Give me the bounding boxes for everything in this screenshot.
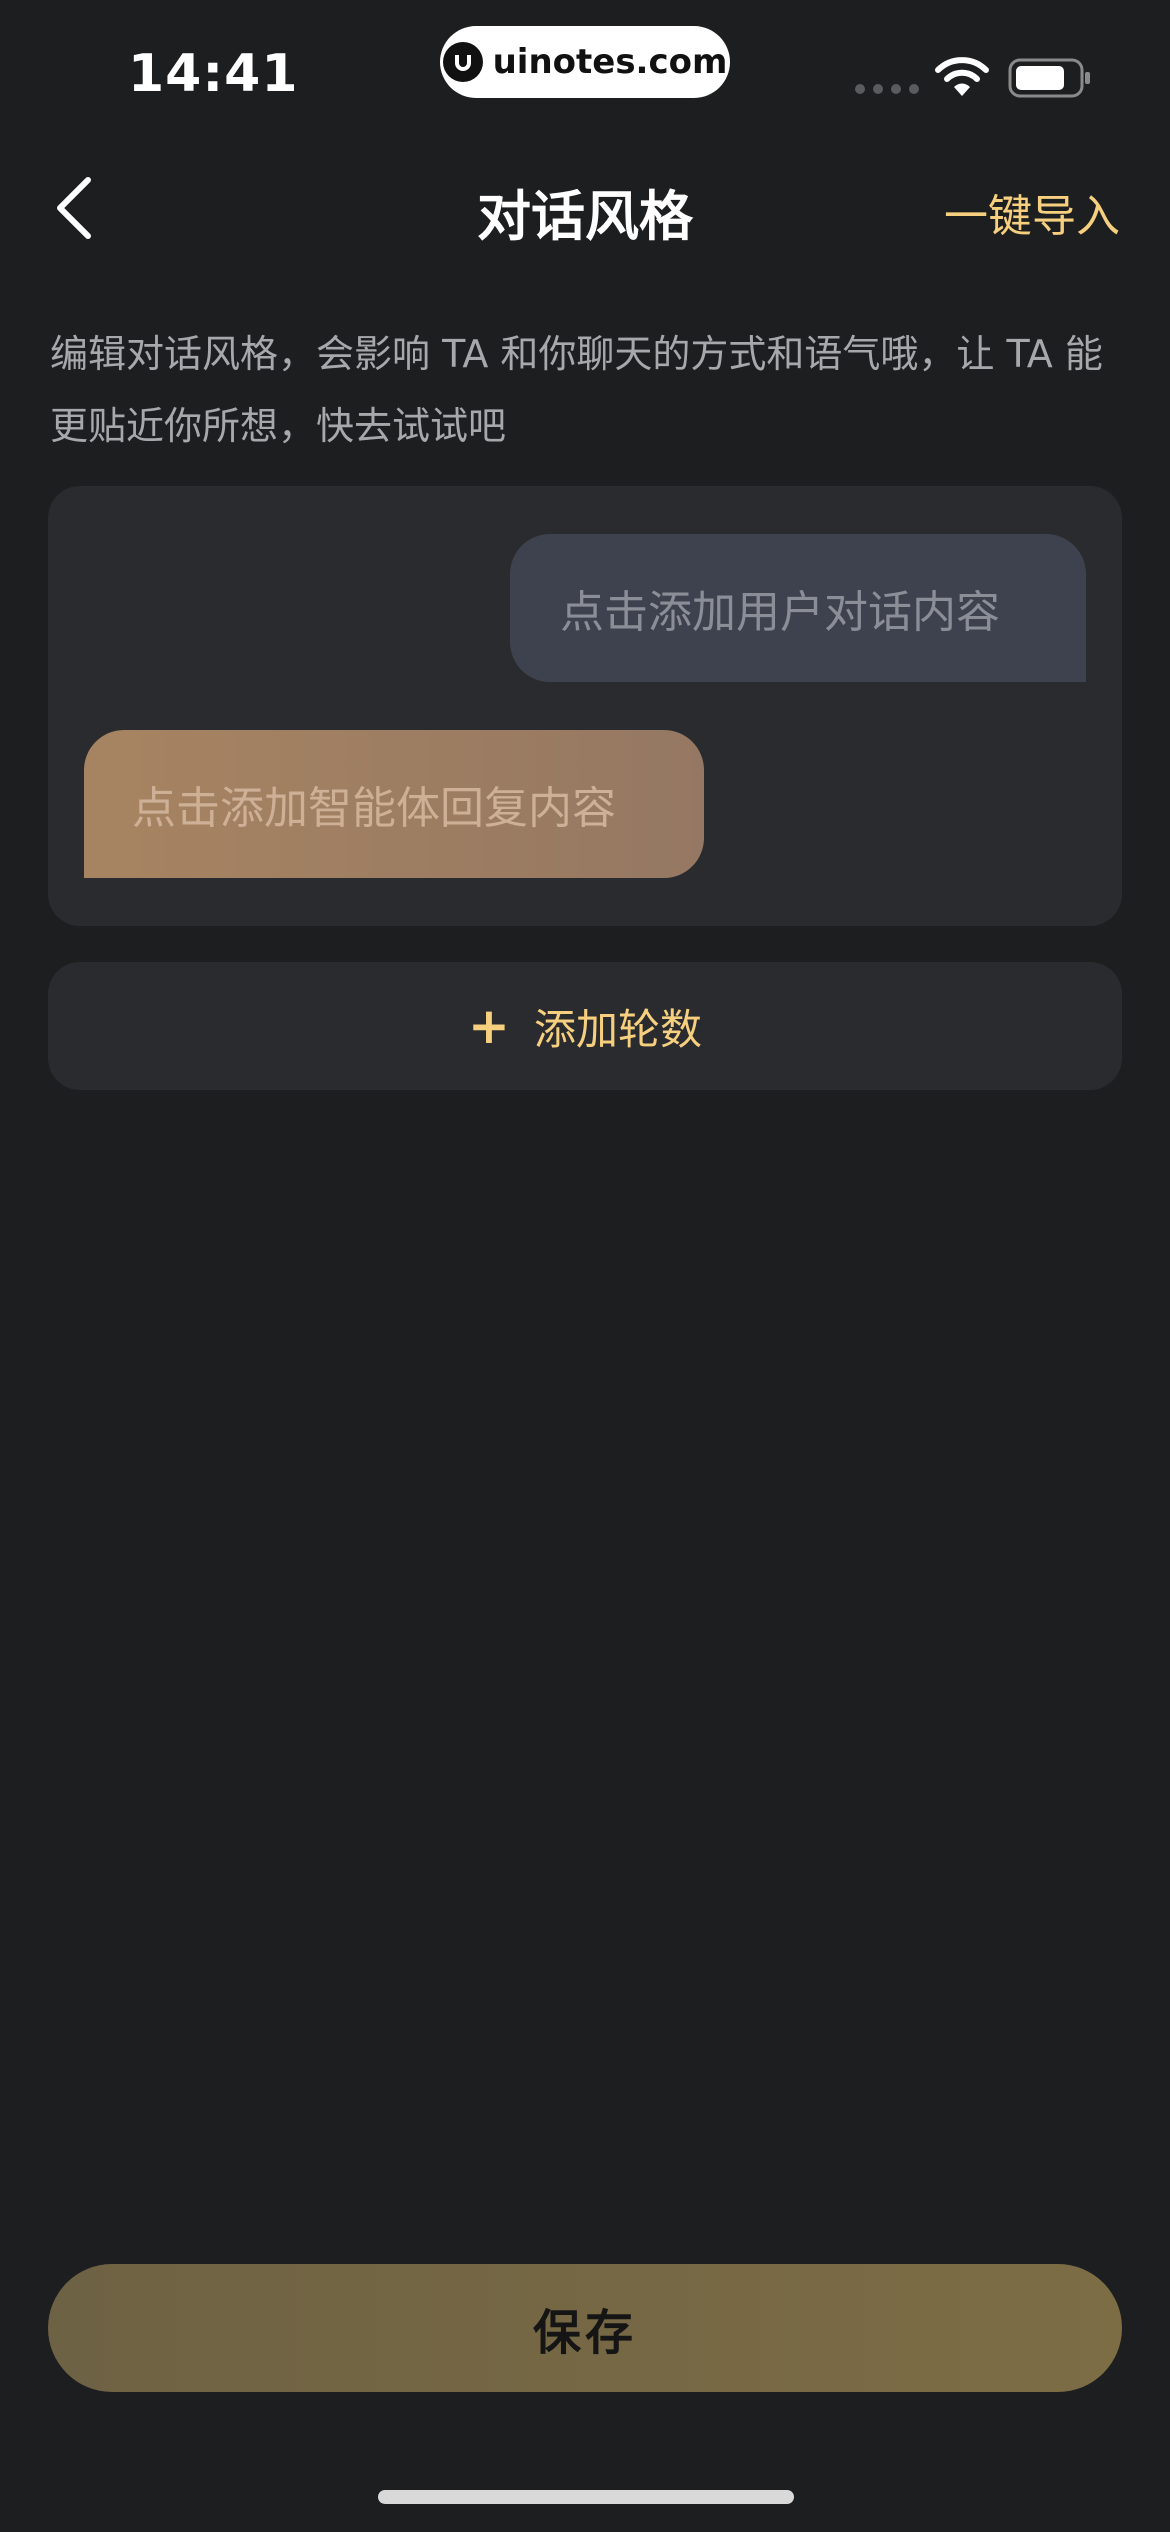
watermark-logo-icon — [442, 42, 483, 82]
add-round-button[interactable]: + 添加轮数 — [48, 962, 1122, 1090]
battery-icon — [1008, 58, 1090, 98]
add-round-label: 添加轮数 — [533, 1004, 702, 1054]
home-indicator — [378, 2490, 794, 2504]
cellular-signal-icon — [855, 84, 919, 94]
user-message-input[interactable]: 点击添加用户对话内容 — [510, 534, 1086, 682]
wifi-icon — [935, 57, 989, 96]
dialogue-card: 点击添加用户对话内容 点击添加智能体回复内容 — [48, 486, 1122, 926]
watermark-text: uinotes.com — [492, 42, 728, 82]
agent-reply-input[interactable]: 点击添加智能体回复内容 — [84, 730, 704, 878]
page-description: 编辑对话风格，会影响 TA 和你聊天的方式和语气哦，让 TA 能更贴近你所想，快… — [50, 332, 1103, 448]
save-button[interactable]: 保存 — [48, 2264, 1122, 2392]
status-time: 14:41 — [128, 44, 299, 104]
watermark-badge: uinotes.com — [440, 26, 730, 98]
one-click-import-button[interactable]: 一键导入 — [944, 180, 1120, 244]
plus-icon: + — [468, 997, 510, 1055]
status-bar: 14:41 uinotes.com — [0, 0, 1170, 150]
